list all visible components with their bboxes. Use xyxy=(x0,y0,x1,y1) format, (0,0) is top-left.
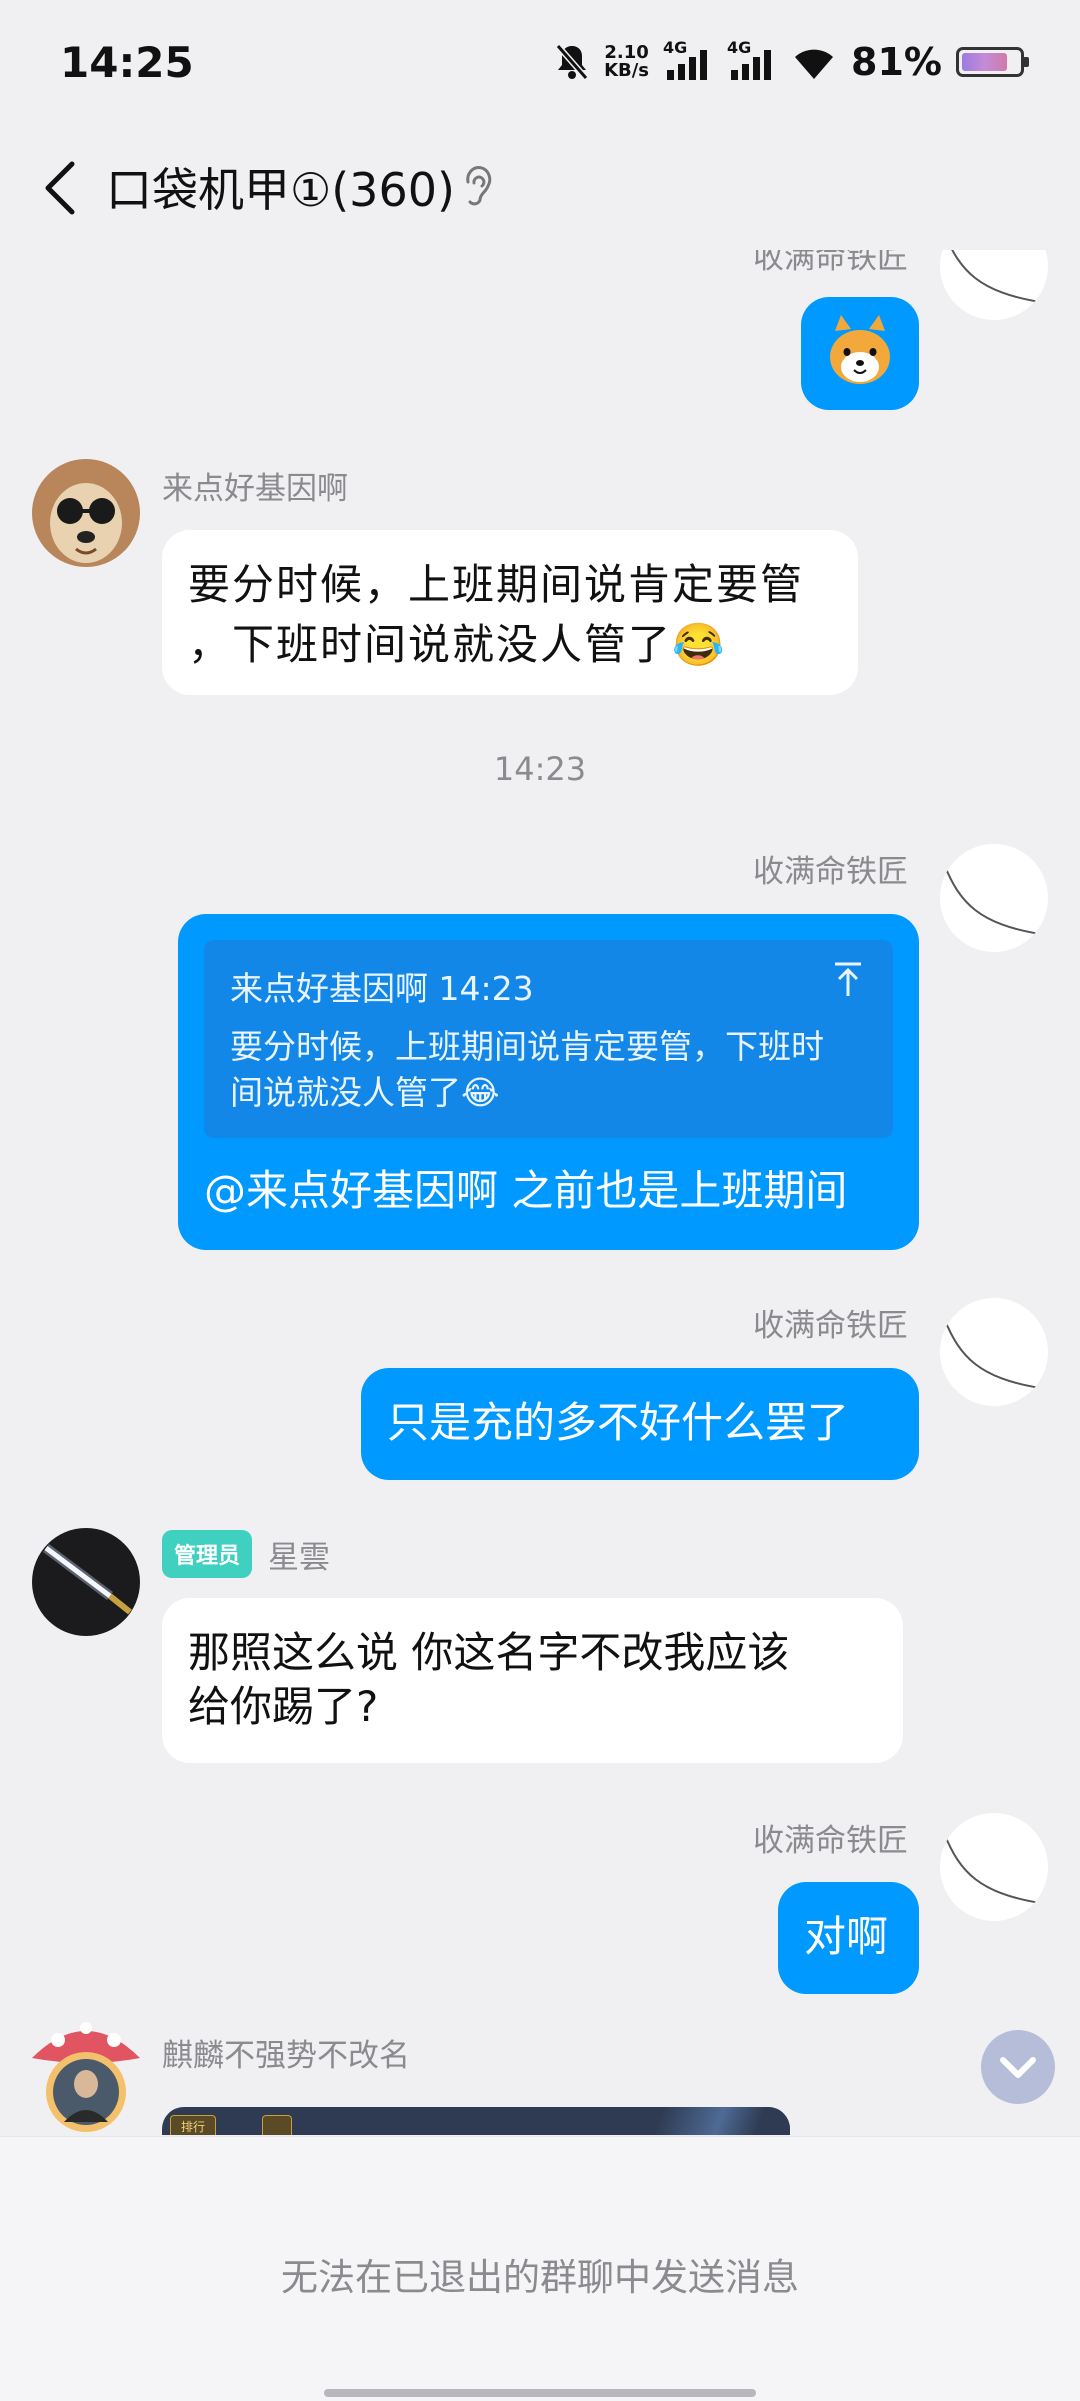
avatar-sketch-image xyxy=(943,1317,1041,1389)
message-list[interactable]: 收满命铁匠 来点好基因啊 要分时候，上班期间说肯定要管 ，下班时间说就没人管了😂… xyxy=(0,250,1080,2135)
signal-sim1: 4G xyxy=(663,38,713,82)
sender-name: 收满命铁匠 xyxy=(753,250,908,276)
chevron-down-icon xyxy=(1000,2057,1036,2078)
chat-header: 口袋机甲①(360) xyxy=(0,130,1080,250)
shiba-sticker-icon xyxy=(830,315,890,384)
battery-fill xyxy=(962,53,1008,71)
sender-name: 星雲 xyxy=(268,1540,330,1576)
self-avatar[interactable] xyxy=(940,1298,1048,1406)
user-avatar-mushroom[interactable] xyxy=(24,2010,148,2134)
quote-text-line: 要分时候，上班期间说肯定要管，下班时 xyxy=(230,1027,824,1066)
message-text-line: ，下班时间说就没人管了😂 xyxy=(188,620,727,669)
quote-header: 来点好基因啊 14:23 xyxy=(230,969,534,1008)
lightsaber-image xyxy=(32,1528,140,1636)
ear-icon[interactable] xyxy=(462,164,494,212)
user-avatar-lightsaber[interactable] xyxy=(32,1528,140,1636)
user-avatar-dog[interactable] xyxy=(32,459,140,567)
signal-bars-icon xyxy=(731,50,772,80)
home-indicator[interactable] xyxy=(324,2389,756,2397)
avatar-sketch-image xyxy=(943,1832,1041,1904)
message-timestamp: 14:23 xyxy=(493,750,587,788)
status-icons: 2.10 KB/s 4G 4G 81% xyxy=(554,38,1029,84)
text-message[interactable]: 对啊 xyxy=(778,1882,919,1994)
net-speed: 2.10 KB/s xyxy=(604,42,650,81)
message-text: 对啊 xyxy=(804,1912,889,1961)
status-time: 14:25 xyxy=(60,38,194,87)
reply-message[interactable]: 来点好基因啊 14:23 要分时候，上班期间说肯定要管，下班时 间说就没人管了😂… xyxy=(178,914,919,1250)
scroll-to-bottom-button[interactable] xyxy=(981,2030,1055,2104)
dog-with-sunglasses-image xyxy=(32,459,140,567)
sticker-message[interactable] xyxy=(801,297,919,410)
home-icon xyxy=(262,2115,292,2135)
back-arrow-icon[interactable] xyxy=(36,152,96,222)
input-disabled-footer: 无法在已退出的群聊中发送消息 xyxy=(0,2136,1080,2401)
quote-text-line: 间说就没人管了😂 xyxy=(230,1073,500,1112)
status-bar: 14:25 2.10 KB/s 4G 4G 81% xyxy=(0,0,1080,130)
text-message[interactable]: 那照这么说 你这名字不改我应该 给你踢了? xyxy=(162,1598,903,1763)
sender-name: 收满命铁匠 xyxy=(753,854,908,890)
message-text: 只是充的多不好什么罢了 xyxy=(387,1398,850,1447)
image-decor xyxy=(602,2107,790,2135)
image-label: 排行 xyxy=(170,2115,217,2135)
battery-icon xyxy=(956,47,1029,77)
text-message[interactable]: 只是充的多不好什么罢了 xyxy=(361,1368,919,1480)
quote-text: 要分时候，上班期间说肯定要管，下班时 间说就没人管了😂 xyxy=(230,1024,867,1116)
avatar-sketch-image xyxy=(951,250,1041,303)
jump-to-message-icon[interactable] xyxy=(831,960,865,1000)
quoted-message[interactable]: 来点好基因啊 14:23 要分时候，上班期间说肯定要管，下班时 间说就没人管了😂 xyxy=(204,940,893,1138)
sender-name: 收满命铁匠 xyxy=(753,1823,908,1859)
mute-bell-icon xyxy=(555,44,589,80)
wifi-icon xyxy=(795,49,834,79)
text-message[interactable]: 要分时候，上班期间说肯定要管 ，下班时间说就没人管了😂 xyxy=(162,530,858,695)
message-text: @来点好基因啊 之前也是上班期间 xyxy=(204,1166,848,1215)
signal-sim2: 4G xyxy=(727,38,777,82)
self-avatar[interactable] xyxy=(940,844,1048,952)
sender-name: 来点好基因啊 xyxy=(162,471,348,507)
message-text-line: 要分时候，上班期间说肯定要管 xyxy=(188,560,805,609)
battery-percent: 81% xyxy=(851,40,942,84)
avatar-sketch-image xyxy=(943,863,1041,935)
sender-name: 收满命铁匠 xyxy=(753,1308,908,1344)
self-avatar[interactable] xyxy=(940,1813,1048,1921)
group-title[interactable]: 口袋机甲①(360) xyxy=(106,154,455,220)
sender-name: 麒麟不强势不改名 xyxy=(162,2038,410,2074)
mushroom-frame-avatar-image xyxy=(32,2022,140,2132)
message-text-line: 给你踢了? xyxy=(188,1682,379,1731)
signal-bars-icon xyxy=(667,50,708,80)
admin-badge: 管理员 xyxy=(162,1530,253,1578)
message-text-line: 那照这么说 你这名字不改我应该 xyxy=(188,1628,790,1677)
self-avatar[interactable] xyxy=(940,250,1048,320)
cannot-send-notice: 无法在已退出的群聊中发送消息 xyxy=(281,2256,799,2299)
image-message[interactable]: 排行 xyxy=(162,2107,790,2135)
